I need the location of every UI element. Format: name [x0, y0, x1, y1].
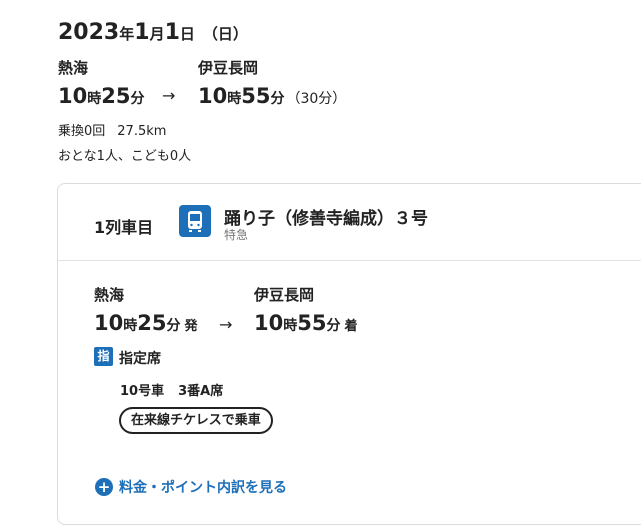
card-divider — [58, 260, 641, 261]
departure-suffix: 発 — [184, 319, 198, 334]
ticketless-boarding-button[interactable]: 在来線チケレスで乗車 — [119, 407, 273, 434]
date-year-unit: 年 — [119, 25, 135, 43]
reserved-seat-label: 指定席 — [119, 351, 161, 367]
train-icon — [179, 205, 211, 237]
hour-unit: 時 — [283, 318, 298, 334]
minute-unit: 分 — [166, 318, 181, 334]
car-number: 10号車 — [120, 384, 165, 399]
segment-arrival-time: 10時55分着 — [254, 311, 357, 335]
date-day: 1 — [164, 20, 180, 45]
date-month: 1 — [134, 20, 150, 45]
seg-dep-minute: 25 — [137, 311, 167, 335]
hour-unit: 時 — [87, 91, 102, 107]
date-day-unit: 日 — [179, 25, 195, 43]
seg-arr-minute: 55 — [297, 311, 327, 335]
arrival-time: 10時55分 （30分） — [198, 84, 346, 108]
trip-duration: （30分） — [286, 91, 347, 107]
reserved-seat-badge: 指 — [94, 347, 113, 366]
trip-distance: 27.5km — [117, 124, 167, 139]
hour-unit: 時 — [123, 318, 138, 334]
arr-minute: 55 — [241, 84, 271, 108]
dep-minute: 25 — [101, 84, 131, 108]
segment-departure-time: 10時25分発 — [94, 311, 197, 335]
passenger-count: おとな1人、こども0人 — [58, 149, 192, 164]
trip-summary: 乗換0回 27.5km — [58, 120, 166, 139]
departure-station: 熱海 — [58, 59, 89, 77]
arrival-station: 伊豆長岡 — [198, 59, 259, 77]
fare-breakdown-link[interactable]: + 料金・ポイント内訳を見る — [95, 477, 287, 497]
train-sequence-label: 1列車目 — [94, 218, 154, 237]
segment-arrow-icon: → — [219, 315, 233, 334]
train-name: 踊り子（修善寺編成）３号 — [224, 209, 428, 229]
dep-hour: 10 — [58, 84, 88, 108]
seat-info: 10号車 3番A席 — [120, 380, 223, 399]
date-month-unit: 月 — [149, 25, 165, 43]
hour-unit: 時 — [227, 91, 242, 107]
seg-arr-hour: 10 — [254, 311, 284, 335]
minute-unit: 分 — [130, 91, 145, 107]
segment-arrival-station: 伊豆長岡 — [254, 286, 315, 304]
seg-dep-hour: 10 — [94, 311, 124, 335]
date-weekday: （日） — [202, 25, 248, 43]
segment-departure-station: 熱海 — [94, 286, 125, 304]
arrival-suffix: 着 — [344, 319, 358, 334]
seat-number: 3番A席 — [178, 384, 224, 399]
travel-date: 2023年1月1日 （日） — [58, 20, 248, 45]
transfer-count: 乗換0回 — [58, 124, 106, 139]
train-type: 特急 — [224, 228, 249, 242]
minute-unit: 分 — [270, 91, 285, 107]
date-year: 2023 — [58, 20, 120, 45]
plus-circle-icon: + — [95, 478, 113, 496]
minute-unit: 分 — [326, 318, 341, 334]
departure-time: 10時25分 — [58, 84, 144, 108]
fare-breakdown-label: 料金・ポイント内訳を見る — [119, 480, 287, 496]
arr-hour: 10 — [198, 84, 228, 108]
route-arrow-icon: → — [162, 86, 176, 105]
train-card: 1列車目 踊り子（修善寺編成）３号 特急 熱海 伊豆長岡 10時25分発 → 1… — [57, 183, 641, 525]
